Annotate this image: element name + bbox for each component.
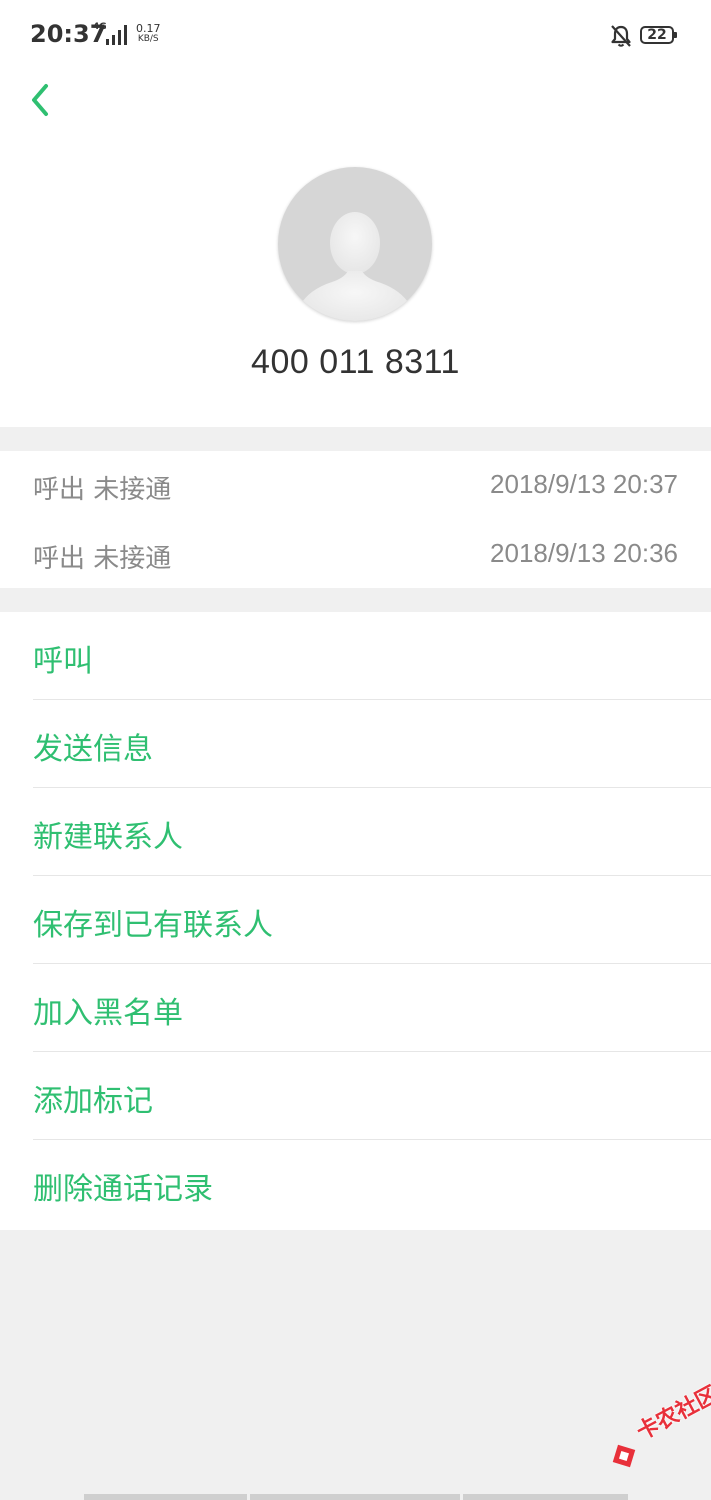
add-tag-label: 添加标记 [33, 1084, 153, 1119]
call-type: 呼出 未接通 [33, 475, 172, 505]
gesture-bar-left[interactable] [84, 1494, 247, 1500]
call-log-list: 呼出 未接通 2018/9/13 20:37 呼出 未接通 2018/9/13 … [0, 451, 711, 588]
bell-muted-icon [611, 25, 631, 47]
add-to-blacklist-button[interactable]: 加入黑名单 [0, 964, 711, 1052]
battery-icon: 22 [640, 26, 677, 44]
save-to-existing-contact-label: 保存到已有联系人 [33, 908, 273, 943]
network-speed: 0.17 KB/S [136, 23, 161, 45]
phone-number: 400 011 8311 [251, 343, 460, 381]
status-bar: 20:37 4G 0.17 KB/S 22 [0, 0, 711, 72]
battery-level: 22 [647, 27, 667, 43]
send-message-button[interactable]: 发送信息 [0, 700, 711, 788]
person-silhouette-icon [300, 212, 410, 321]
contact-avatar [278, 167, 432, 321]
back-button[interactable] [22, 78, 62, 122]
send-message-label: 发送信息 [33, 732, 153, 767]
new-contact-label: 新建联系人 [33, 820, 183, 855]
call-log-row: 呼出 未接通 2018/9/13 20:36 [0, 520, 711, 588]
network-speed-unit: KB/S [137, 34, 159, 44]
delete-call-log-button[interactable]: 删除通话记录 [0, 1140, 711, 1228]
gesture-bar-right[interactable] [463, 1494, 628, 1500]
new-contact-button[interactable]: 新建联系人 [0, 788, 711, 876]
gesture-bar-center[interactable] [250, 1494, 460, 1500]
add-to-blacklist-label: 加入黑名单 [33, 996, 183, 1031]
signal-icon [106, 25, 127, 45]
delete-call-log-label: 删除通话记录 [33, 1172, 213, 1207]
call-type: 呼出 未接通 [33, 544, 172, 574]
call-time: 2018/9/13 20:37 [490, 469, 678, 499]
network-type-label: 4G [93, 22, 107, 32]
call-label: 呼叫 [33, 644, 93, 679]
call-log-row: 呼出 未接通 2018/9/13 20:37 [0, 451, 711, 519]
call-button[interactable]: 呼叫 [0, 612, 711, 700]
actions-list: 呼叫 发送信息 新建联系人 保存到已有联系人 加入黑名单 添加标记 删除通话记录 [0, 612, 711, 1230]
chevron-left-icon [32, 84, 48, 116]
add-tag-button[interactable]: 添加标记 [0, 1052, 711, 1140]
call-time: 2018/9/13 20:36 [490, 538, 678, 568]
save-to-existing-contact-button[interactable]: 保存到已有联系人 [0, 876, 711, 964]
